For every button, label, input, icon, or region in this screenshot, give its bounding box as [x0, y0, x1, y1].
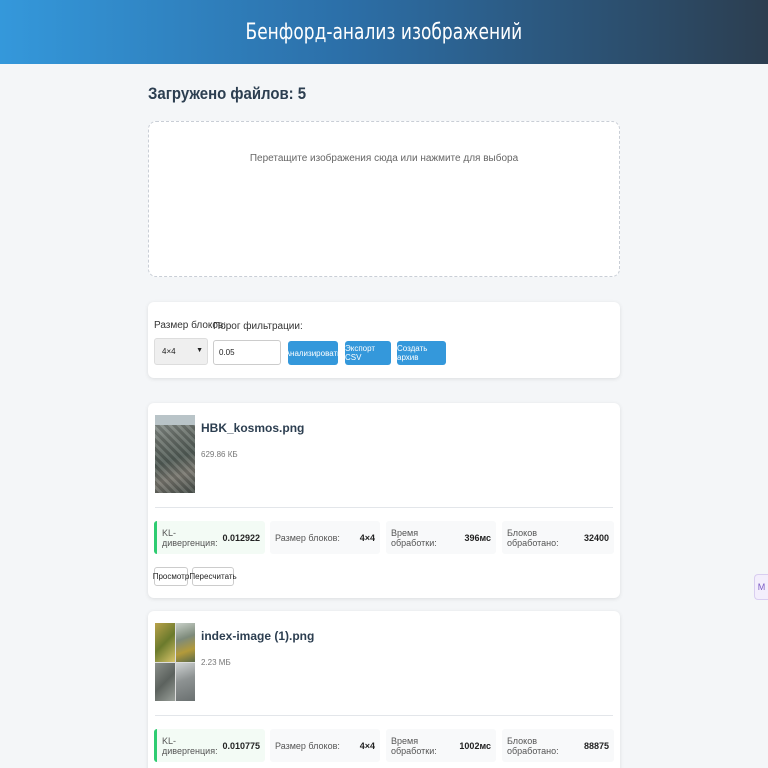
stat-label: Размер блоков: — [275, 532, 340, 543]
files-count: Загружено файлов: 5 — [148, 84, 307, 103]
file-name: HBK_kosmos.png — [201, 421, 305, 435]
create-archive-button[interactable]: Создать архив — [397, 341, 446, 365]
view-button[interactable]: Просмотр — [153, 567, 189, 586]
dropzone-hint: Перетащите изображения сюда или нажмите … — [249, 153, 519, 164]
chevron-down-icon: ▼ — [196, 347, 203, 354]
analyze-button[interactable]: Анализировать — [285, 341, 341, 365]
block-size-value: 4×4 — [162, 347, 176, 356]
result-card: HBK_kosmos.png 629.86 КБ KL-дивергенция:… — [148, 403, 620, 598]
page-title: Бенфорд-анализ изображений — [245, 19, 523, 45]
stat-value: 396мс — [464, 532, 491, 543]
stat-blocks-processed: Блоков обработано: 88875 — [502, 729, 614, 762]
divider — [155, 715, 613, 716]
stat-kl-divergence: KL-дивергенция: 0.010775 — [154, 729, 265, 762]
file-size: 629.86 КБ — [201, 450, 238, 459]
recalculate-button[interactable]: Пересчитать — [189, 567, 237, 586]
divider — [155, 507, 613, 508]
file-name: index-image (1).png — [201, 629, 315, 643]
stat-value: 0.010775 — [222, 740, 260, 751]
image-thumbnail[interactable] — [155, 623, 195, 701]
stat-value: 0.012922 — [222, 532, 260, 543]
stat-processing-time: Время обработки: 396мс — [386, 521, 496, 554]
stat-label: Блоков обработано: — [507, 527, 559, 548]
side-extension-tab[interactable]: M — [754, 574, 768, 600]
stat-value: 88875 — [583, 740, 609, 751]
block-size-select[interactable]: 4×4 ▼ — [154, 338, 208, 365]
stat-label: KL-дивергенция: — [162, 527, 218, 548]
threshold-label: Порог фильтрации: — [213, 321, 303, 332]
file-size: 2.23 МБ — [201, 658, 231, 667]
dropzone[interactable]: Перетащите изображения сюда или нажмите … — [148, 121, 620, 277]
export-csv-button[interactable]: Экспорт CSV — [345, 341, 391, 365]
stat-label: Блоков обработано: — [507, 735, 559, 756]
stat-block-size: Размер блоков: 4×4 — [270, 521, 380, 554]
stat-kl-divergence: KL-дивергенция: 0.012922 — [154, 521, 265, 554]
app-header: Бенфорд-анализ изображений — [0, 0, 768, 64]
stat-label: KL-дивергенция: — [162, 735, 218, 756]
stat-value: 4×4 — [359, 740, 375, 751]
stat-label: Время обработки: — [391, 527, 437, 548]
image-thumbnail[interactable] — [155, 415, 195, 493]
stat-value: 1002мс — [459, 740, 491, 751]
stat-blocks-processed: Блоков обработано: 32400 — [502, 521, 614, 554]
stat-block-size: Размер блоков: 4×4 — [270, 729, 380, 762]
stat-value: 4×4 — [359, 532, 375, 543]
stat-processing-time: Время обработки: 1002мс — [386, 729, 496, 762]
controls-panel: Размер блоков: 4×4 ▼ Порог фильтрации: 0… — [148, 302, 620, 378]
result-card: index-image (1).png 2.23 МБ KL-дивергенц… — [148, 611, 620, 768]
threshold-input[interactable]: 0.05 — [213, 340, 281, 365]
stat-value: 32400 — [583, 532, 609, 543]
stat-label: Размер блоков: — [275, 740, 340, 751]
stat-label: Время обработки: — [391, 735, 437, 756]
